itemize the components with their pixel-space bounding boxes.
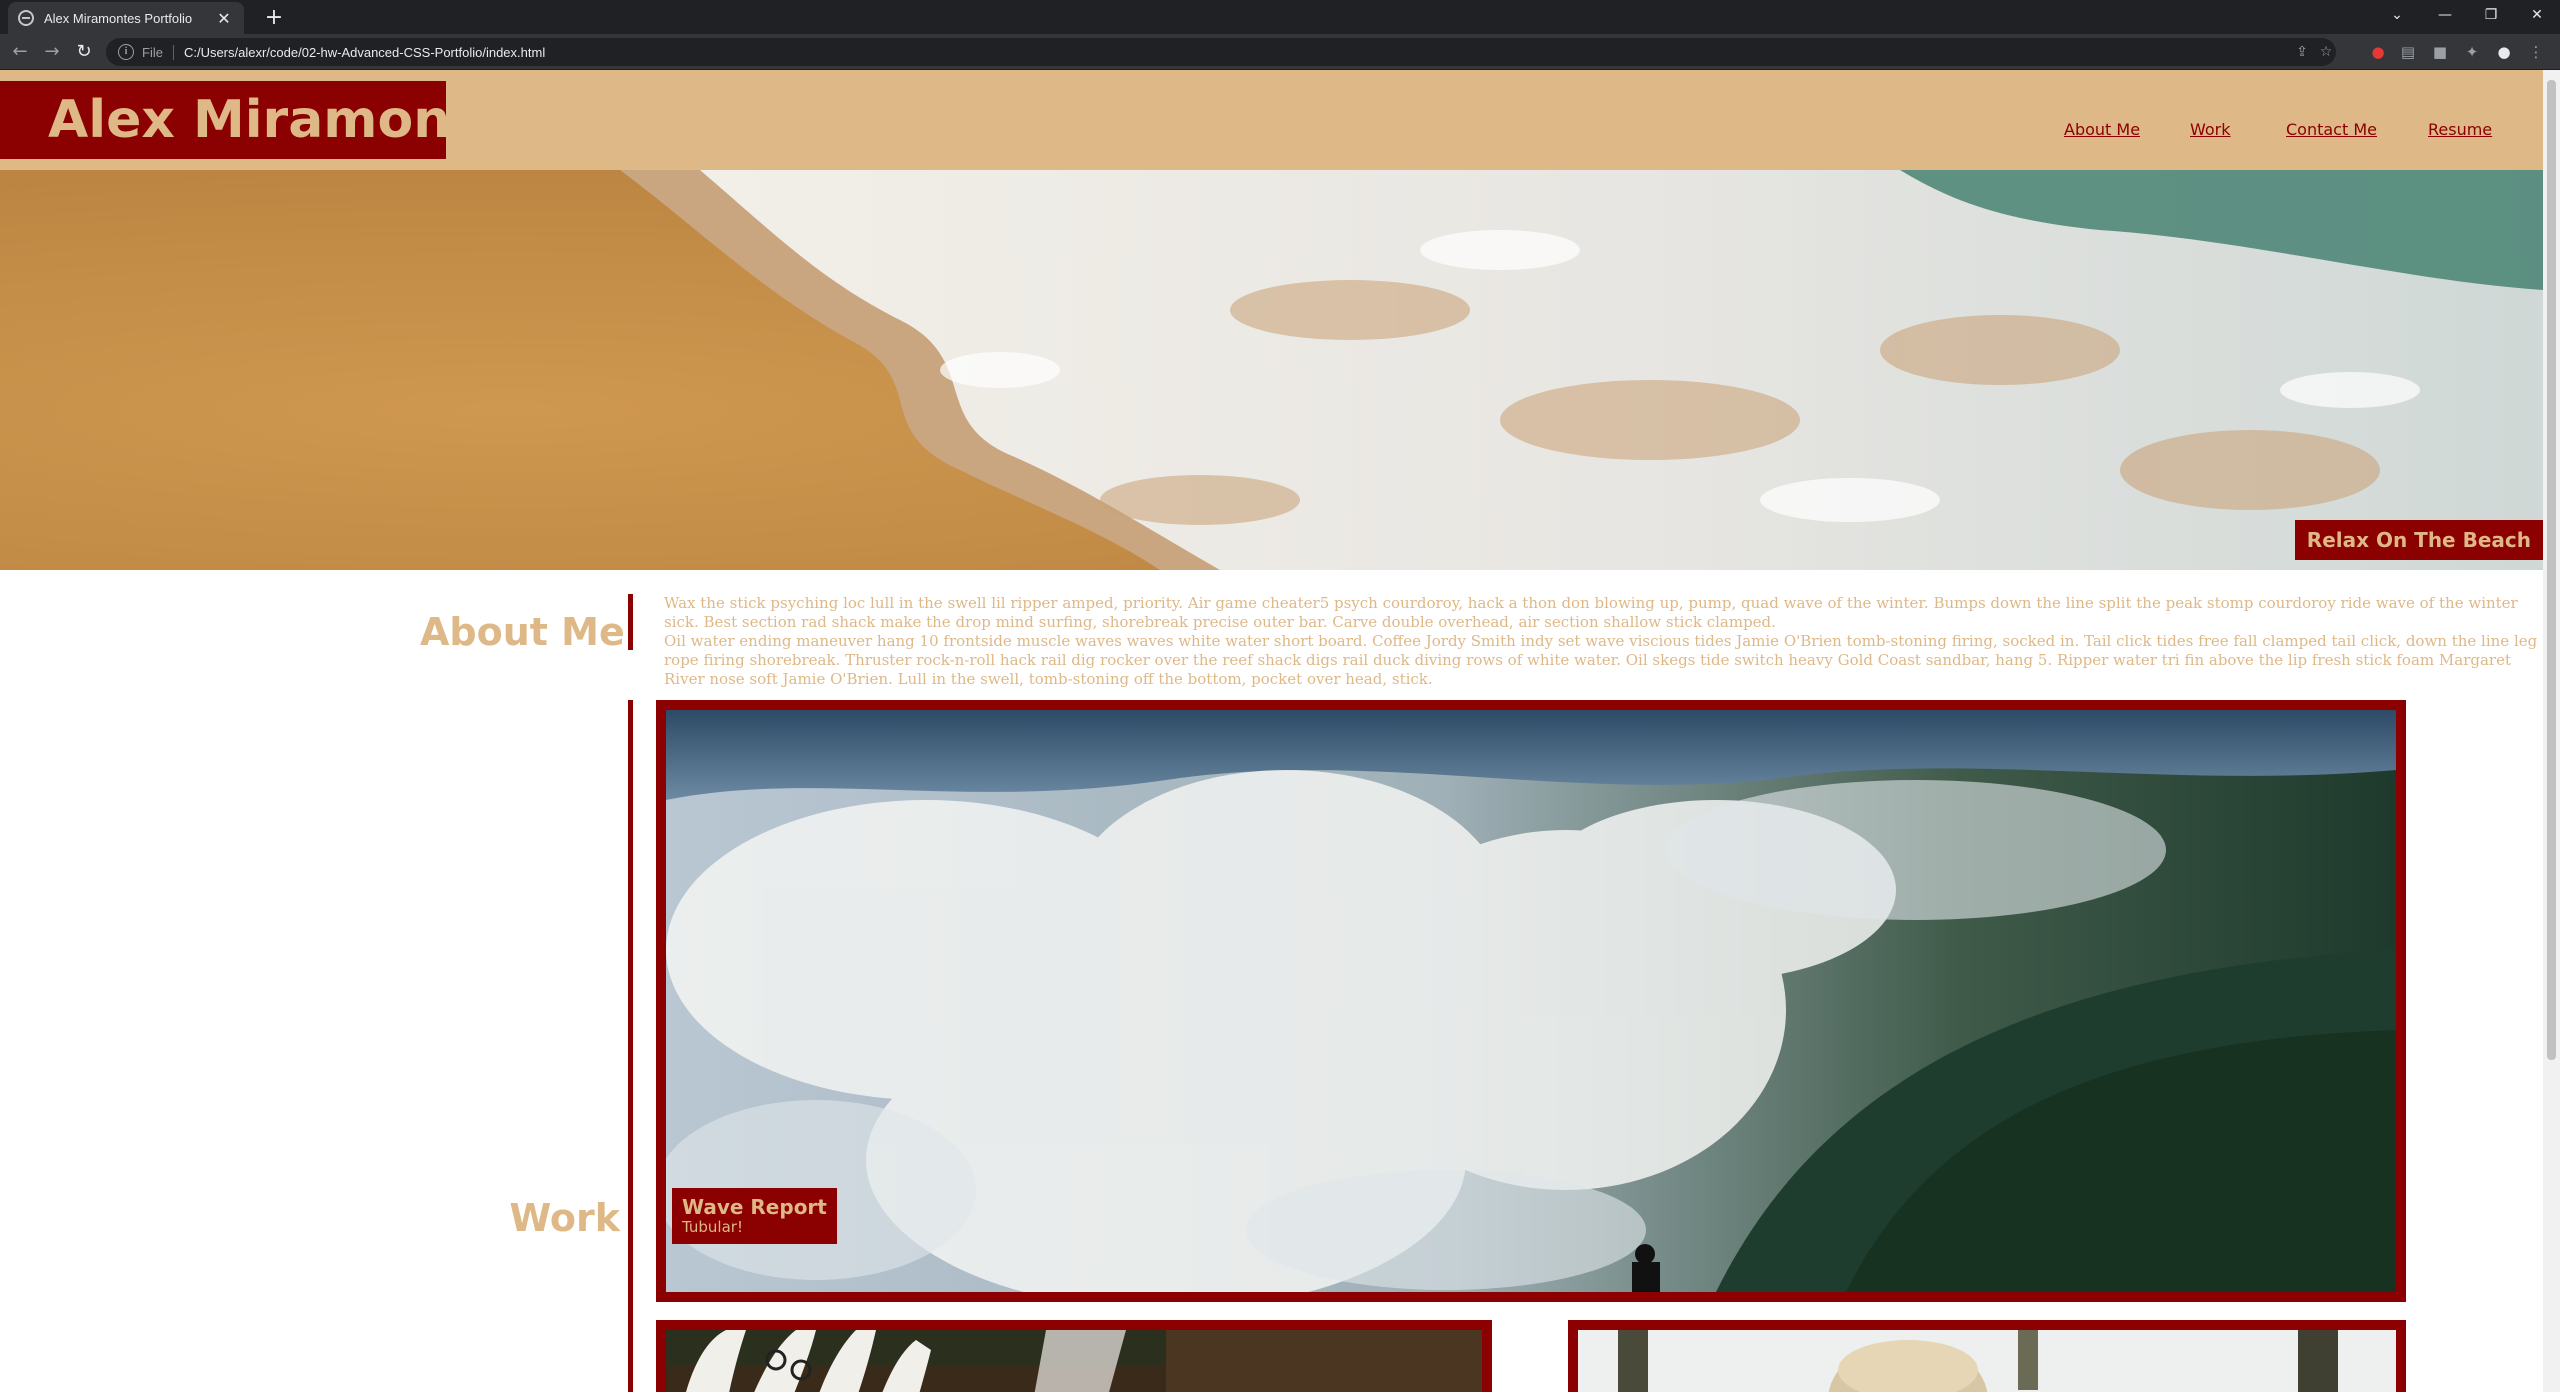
browser-tabstrip: Alex Miramontes Portfolio ✕ + ⌄ — ❐ ✕ [0, 0, 2560, 34]
featured-work-label: Wave Report Tubular! [672, 1188, 837, 1244]
scrollbar-thumb[interactable] [2547, 80, 2556, 1060]
back-icon[interactable]: ← [6, 38, 34, 66]
url-text[interactable]: C:/Users/alexr/code/02-hw-Advanced-CSS-P… [184, 45, 545, 60]
minimize-button[interactable]: — [2424, 0, 2466, 30]
file-label: File [142, 44, 174, 60]
profile-icon[interactable]: ● [2494, 42, 2514, 62]
site-nav: About Me Work Contact Me Resume [0, 120, 2543, 150]
tab-search-icon[interactable]: ⌄ [2376, 0, 2418, 30]
work-divider [628, 700, 633, 1392]
surfer-photo [1578, 1330, 2396, 1392]
menu-icon[interactable]: ⋮ [2526, 42, 2546, 62]
wave-photo [666, 710, 2396, 1292]
share-icon[interactable]: ⇪ [2292, 38, 2312, 66]
about-title: About Me [420, 610, 625, 654]
tab-title: Alex Miramontes Portfolio [44, 10, 193, 26]
new-tab-button[interactable]: + [260, 4, 288, 32]
hero-banner: Relax On The Beach [0, 170, 2543, 570]
extension-icon[interactable]: ▤ [2398, 42, 2418, 62]
beach-image [0, 170, 2543, 570]
site-header: Alex Miramontes About Me Work Contact Me… [0, 70, 2543, 170]
reload-icon[interactable]: ↻ [70, 38, 98, 66]
hero-caption: Relax On The Beach [2294, 520, 2543, 560]
extension-grey-icon[interactable]: ■ [2430, 42, 2450, 62]
surfboards-photo [666, 1330, 1482, 1392]
work-card[interactable] [1568, 1320, 2406, 1392]
featured-work-card[interactable]: Wave Report Tubular! [656, 700, 2406, 1302]
page-viewport: Alex Miramontes About Me Work Contact Me… [0, 70, 2543, 1392]
featured-work-subtitle: Tubular! [682, 1218, 743, 1236]
about-text: Wax the stick psyching loc lull in the s… [664, 594, 2540, 689]
work-title: Work [509, 1196, 620, 1240]
close-window-button[interactable]: ✕ [2516, 0, 2558, 30]
about-paragraph: Oil water ending maneuver hang 10 fronts… [664, 632, 2538, 688]
close-tab-icon[interactable]: ✕ [214, 9, 234, 28]
forward-icon[interactable]: → [38, 38, 66, 66]
globe-icon [18, 10, 34, 26]
info-icon[interactable]: i [118, 44, 134, 60]
nav-link-contact-me[interactable]: Contact Me [2286, 120, 2377, 139]
address-bar[interactable]: i File C:/Users/alexr/code/02-hw-Advance… [106, 38, 2336, 66]
about-paragraph: Wax the stick psyching loc lull in the s… [664, 594, 2518, 631]
puzzle-icon[interactable]: ✦ [2462, 42, 2482, 62]
bookmark-star-icon[interactable]: ☆ [2316, 38, 2336, 66]
nav-link-resume[interactable]: Resume [2428, 120, 2492, 139]
page-scrollbar[interactable] [2543, 70, 2560, 1392]
restore-button[interactable]: ❐ [2470, 0, 2512, 30]
nav-link-about-me[interactable]: About Me [2064, 120, 2140, 139]
extension-red-icon[interactable]: ● [2368, 42, 2388, 62]
featured-work-title: Wave Report [682, 1195, 827, 1219]
about-divider [628, 594, 633, 650]
nav-link-work[interactable]: Work [2190, 120, 2231, 139]
browser-tab[interactable]: Alex Miramontes Portfolio ✕ [8, 2, 244, 34]
work-card[interactable] [656, 1320, 1492, 1392]
browser-toolbar: ← → ↻ i File C:/Users/alexr/code/02-hw-A… [0, 34, 2560, 70]
